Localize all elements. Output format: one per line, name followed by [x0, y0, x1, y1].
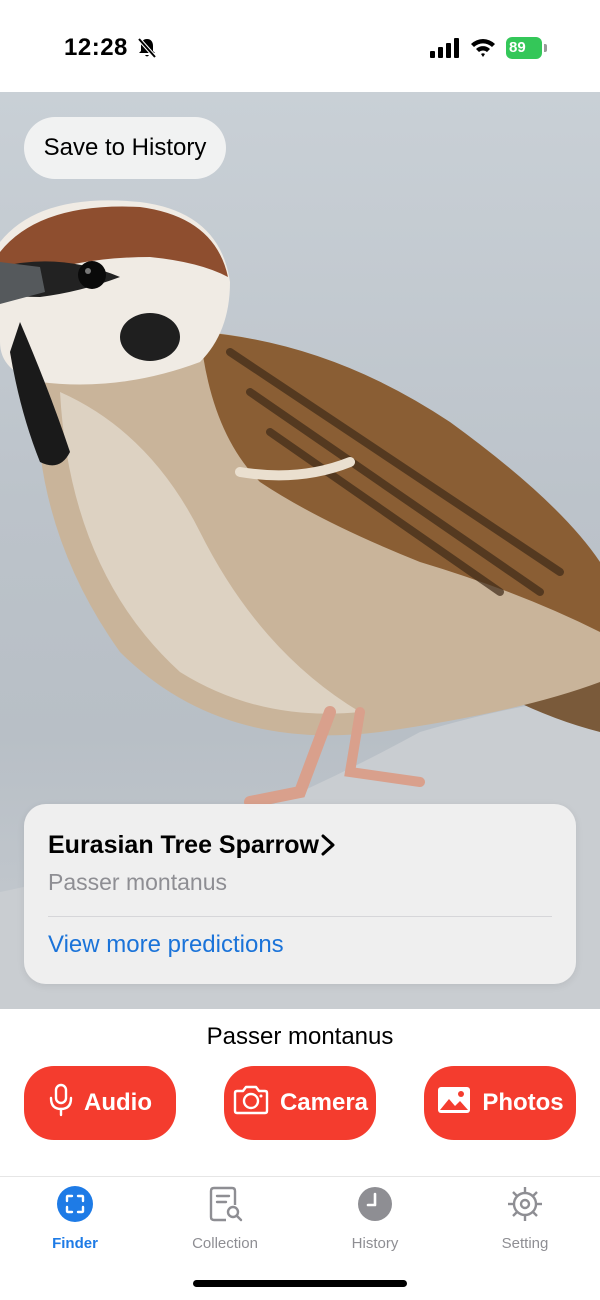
camera-button[interactable]: Camera — [224, 1066, 376, 1140]
photos-button[interactable]: Photos — [424, 1066, 576, 1140]
cellular-signal-icon — [430, 38, 460, 58]
tab-setting-label: Setting — [501, 1235, 549, 1252]
clock-icon — [356, 1185, 394, 1223]
save-to-history-button[interactable]: Save to History — [24, 117, 226, 179]
battery-indicator: 89 — [506, 37, 548, 59]
audio-button[interactable]: Audio — [24, 1066, 176, 1140]
tab-history-label: History — [351, 1235, 399, 1252]
home-indicator — [193, 1280, 407, 1287]
clock-time: 12:28 — [64, 34, 128, 61]
tab-history[interactable]: History — [315, 1185, 435, 1252]
camera-icon — [232, 1085, 270, 1122]
tab-collection-label: Collection — [192, 1235, 258, 1252]
status-bar: 12:28 89 — [0, 0, 600, 92]
species-scientific-name: Passer montanus — [48, 869, 227, 895]
camera-button-label: Camera — [279, 1089, 369, 1116]
wifi-icon — [470, 37, 496, 58]
collection-search-icon — [206, 1185, 244, 1223]
tab-finder[interactable]: Finder — [15, 1185, 135, 1252]
photo-icon — [436, 1085, 472, 1122]
battery-percent: 89 — [509, 39, 526, 56]
tab-finder-label: Finder — [52, 1235, 98, 1252]
photos-button-label: Photos — [482, 1089, 564, 1116]
tab-setting[interactable]: Setting — [465, 1185, 585, 1252]
audio-button-label: Audio — [84, 1089, 152, 1116]
battery-tip — [544, 44, 547, 52]
chevron-right-icon — [320, 834, 336, 856]
scan-icon — [56, 1185, 94, 1223]
result-species-label: Passer montanus — [206, 1023, 394, 1050]
tab-collection[interactable]: Collection — [165, 1185, 285, 1252]
microphone-icon — [48, 1083, 74, 1124]
bell-muted-icon — [137, 37, 157, 59]
view-more-predictions-link[interactable]: View more predictions — [48, 931, 284, 959]
prediction-card[interactable]: Eurasian Tree Sparrow Passer montanus Vi… — [24, 804, 576, 984]
gear-icon — [506, 1185, 544, 1223]
card-divider — [48, 916, 552, 917]
species-common-name[interactable]: Eurasian Tree Sparrow — [48, 831, 319, 860]
